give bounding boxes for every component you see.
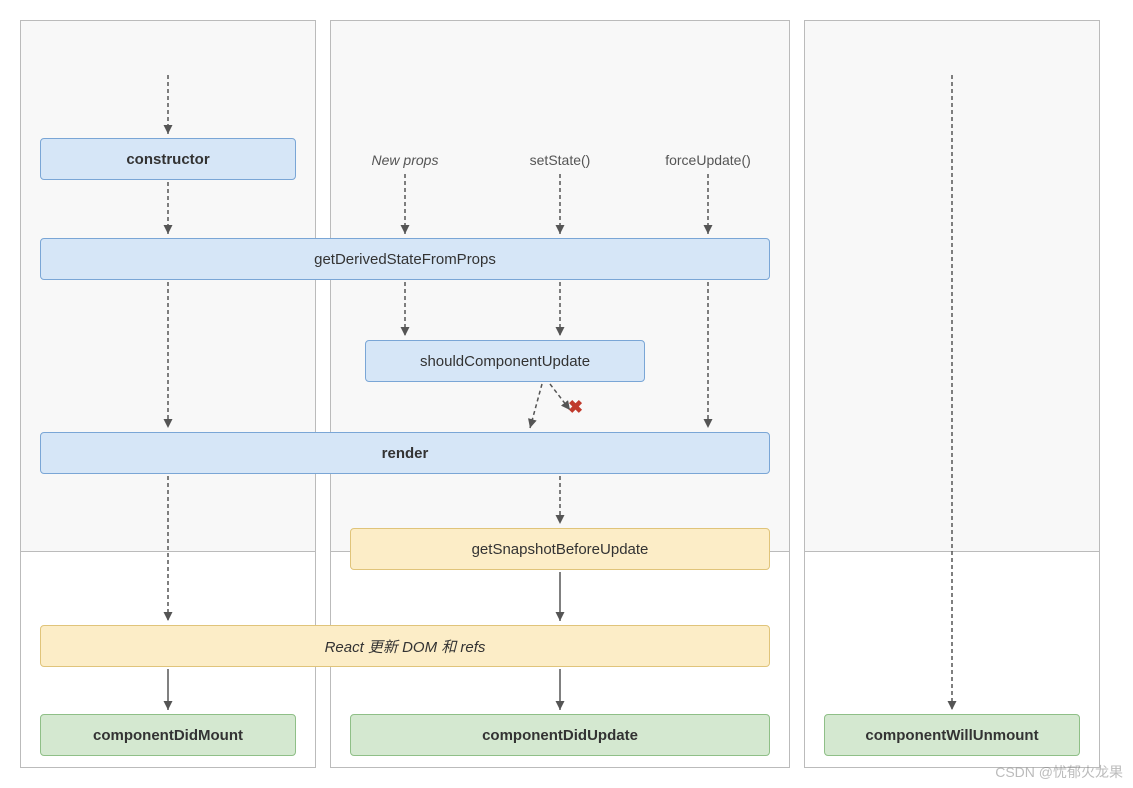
box-cdm: componentDidMount <box>40 714 296 756</box>
label-new-props-text: New props <box>372 152 439 168</box>
box-render: render <box>40 432 770 474</box>
box-cwu: componentWillUnmount <box>824 714 1080 756</box>
box-gsbu: getSnapshotBeforeUpdate <box>350 528 770 570</box>
box-gdsfp: getDerivedStateFromProps <box>40 238 770 280</box>
label-set-state: setState() <box>505 148 615 172</box>
box-react-updates: React 更新 DOM 和 refs <box>40 625 770 667</box>
label-force-update: forceUpdate() <box>648 148 768 172</box>
cross-icon: ✖ <box>568 397 583 418</box>
box-scu: shouldComponentUpdate <box>365 340 645 382</box>
column-unmount: 卸载时 <box>804 20 1100 768</box>
lifecycle-diagram: 挂载时 更新时 卸载时 constructor New props setSta… <box>20 20 1113 768</box>
label-new-props: New props <box>350 148 460 172</box>
box-constructor: constructor <box>40 138 296 180</box>
box-cdu: componentDidUpdate <box>350 714 770 756</box>
watermark: CSDN @忧郁火龙果 <box>995 762 1123 782</box>
box-react-updates-text: React 更新 DOM 和 refs <box>325 636 486 657</box>
